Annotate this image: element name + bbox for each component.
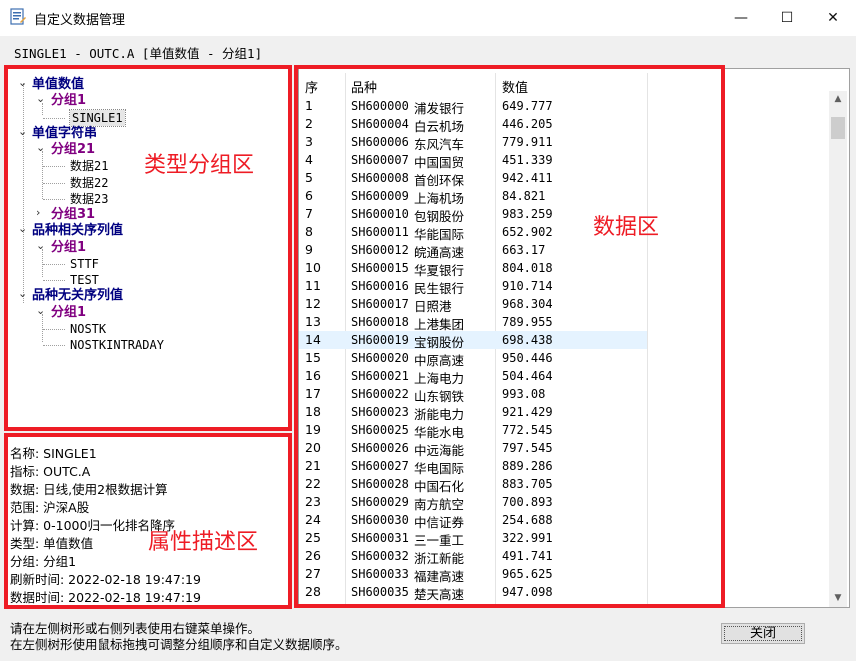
close-button[interactable]: 关闭 — [721, 623, 805, 644]
close-icon: ✕ — [827, 10, 839, 26]
selection-header: SINGLE1 - OUTC.A [单值数值 - 分组1] — [14, 46, 263, 61]
window-title: 自定义数据管理 — [34, 13, 126, 28]
close-window-button[interactable]: ✕ — [810, 0, 856, 36]
annotation-box-tree — [4, 65, 292, 431]
app-icon — [10, 8, 26, 25]
annotation-box-properties — [4, 433, 292, 609]
vertical-scrollbar[interactable]: ▲ ▼ — [829, 91, 847, 607]
minimize-icon: — — [734, 10, 748, 26]
maximize-icon: ☐ — [780, 10, 794, 26]
scroll-down-icon[interactable]: ▼ — [829, 590, 847, 607]
annotation-label-properties: 属性描述区 — [148, 530, 259, 555]
maximize-button[interactable]: ☐ — [764, 0, 810, 36]
annotation-label-tree: 类型分组区 — [144, 153, 255, 178]
title-bar: 自定义数据管理 — ☐ ✕ — [0, 0, 856, 36]
scroll-up-icon[interactable]: ▲ — [829, 91, 847, 108]
footer-hint-2: 在左侧树形使用鼠标拖拽可调整分组顺序和自定义数据顺序。 — [10, 637, 348, 652]
annotation-label-data: 数据区 — [593, 215, 660, 240]
scroll-thumb[interactable] — [831, 117, 845, 139]
annotation-box-data — [294, 65, 725, 608]
minimize-button[interactable]: — — [718, 0, 764, 36]
